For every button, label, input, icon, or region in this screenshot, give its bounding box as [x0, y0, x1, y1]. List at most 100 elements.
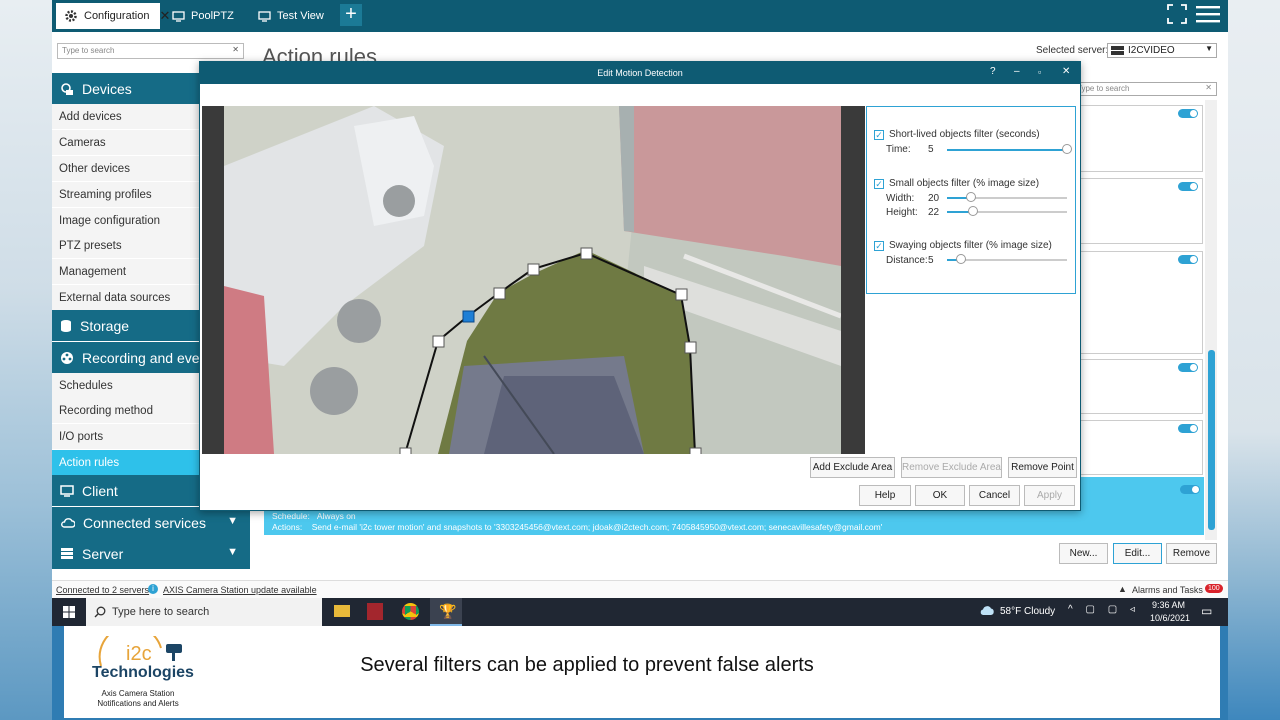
section-title: Storage — [80, 317, 130, 334]
action-rule-card[interactable] — [1079, 359, 1203, 414]
distance-slider-handle[interactable] — [956, 254, 967, 264]
selected-server-label: Selected server: — [1036, 45, 1109, 56]
action-rule-card[interactable] — [1079, 420, 1203, 475]
tab-test-view[interactable]: Test View — [250, 3, 332, 29]
ok-button[interactable]: OK — [915, 485, 965, 506]
chevron-up-icon[interactable]: ▲ — [1118, 584, 1127, 594]
maximize-icon[interactable]: ▫ — [1038, 62, 1041, 82]
short-lived-filter-checkbox[interactable]: ✓ — [874, 130, 884, 140]
status-bar: Connected to 2 servers i AXIS Camera Sta… — [52, 580, 1228, 598]
sidebar-item-label: Streaming profiles — [59, 188, 152, 201]
actions-value: Send e-mail 'i2c tower motion' and snaps… — [311, 522, 883, 532]
scrollbar-thumb[interactable] — [1208, 350, 1215, 530]
rule-toggle[interactable] — [1178, 255, 1198, 264]
sidebar-section-server[interactable]: Server ▼ — [52, 538, 250, 569]
system-tray-icons[interactable]: ^ ▢ ▢ ◃ — [1068, 604, 1140, 615]
time-label: Time: — [886, 144, 911, 155]
apply-button[interactable]: Apply — [1024, 485, 1075, 506]
action-rule-card[interactable] — [1079, 251, 1203, 354]
client-monitor-icon — [60, 484, 74, 497]
connected-servers-link[interactable]: Connected to 2 servers — [56, 585, 149, 595]
rule-toggle[interactable] — [1178, 424, 1198, 433]
chrome-icon[interactable] — [402, 603, 419, 620]
rule-toggle[interactable] — [1178, 363, 1198, 372]
weather-text[interactable]: 58°F Cloudy — [1000, 606, 1055, 617]
help-icon[interactable]: ? — [990, 62, 996, 82]
clock-time[interactable]: 9:36 AM — [1152, 600, 1185, 610]
server-select[interactable]: I2CVIDEO ▼ — [1107, 43, 1217, 58]
devices-icon — [61, 82, 73, 95]
server-icon — [61, 548, 73, 559]
logo-subtitle-line: Axis Camera Station — [101, 689, 175, 698]
remove-point-button[interactable]: Remove Point — [1008, 457, 1077, 478]
monitor-icon — [258, 10, 271, 22]
alarms-tasks-label[interactable]: Alarms and Tasks — [1132, 585, 1203, 595]
distance-value: 5 — [928, 255, 934, 266]
height-label: Height: — [886, 207, 918, 218]
edit-motion-detection-dialog: Edit Motion Detection ? – ▫ ✕ ✓ Short-li… — [199, 61, 1081, 511]
time-slider-handle[interactable] — [1062, 144, 1072, 154]
windows-start-icon[interactable] — [63, 606, 75, 618]
clear-icon[interactable]: ✕ — [232, 45, 239, 54]
cancel-button[interactable]: Cancel — [969, 485, 1020, 506]
sidebar-search-input[interactable]: Type to search ✕ — [57, 43, 244, 59]
rule-schedule: Schedule: Always on — [272, 511, 356, 521]
height-slider-handle[interactable] — [968, 206, 979, 216]
file-explorer-icon[interactable] — [334, 605, 350, 617]
axis-camera-station-taskbar-icon[interactable]: 🏆 — [430, 598, 462, 626]
close-icon[interactable]: ✕ — [1062, 62, 1070, 82]
sidebar-section-connected-services[interactable]: Connected services ▼ — [52, 507, 250, 538]
taskbar-search-input[interactable]: Type here to search — [86, 598, 322, 626]
database-icon — [61, 319, 71, 332]
width-label: Width: — [886, 193, 915, 204]
width-slider-handle[interactable] — [966, 192, 976, 202]
rule-actions: Actions: Send e-mail 'i2c tower motion' … — [272, 522, 882, 532]
sidebar-item-label: Add devices — [59, 110, 122, 123]
add-tab-button[interactable]: + — [340, 4, 362, 26]
rules-search-input[interactable]: Type to search ✕ — [1072, 82, 1217, 96]
background-right — [1228, 0, 1280, 720]
remove-rule-button[interactable]: Remove — [1166, 543, 1217, 564]
camera-video-view[interactable] — [202, 106, 865, 454]
schedule-label: Schedule: — [272, 511, 310, 521]
help-button[interactable]: Help — [859, 485, 911, 506]
width-value: 20 — [928, 193, 940, 204]
tab-poolptz[interactable]: PoolPTZ — [164, 3, 242, 29]
section-title: Recording and events — [82, 349, 219, 366]
clock-date[interactable]: 10/6/2021 — [1150, 613, 1190, 623]
section-title: Connected services — [83, 514, 206, 531]
camera-frame — [224, 106, 841, 454]
clear-icon[interactable]: ✕ — [1205, 83, 1212, 92]
add-exclude-area-button[interactable]: Add Exclude Area — [810, 457, 895, 478]
server-icon — [1111, 46, 1124, 55]
cloud-icon — [61, 518, 75, 528]
rule-toggle[interactable] — [1180, 485, 1200, 494]
notifications-icon[interactable]: ▭ — [1201, 604, 1212, 618]
menu-icon[interactable] — [1196, 5, 1220, 23]
rule-toggle[interactable] — [1178, 182, 1198, 191]
minimize-icon[interactable]: – — [1014, 62, 1020, 82]
swaying-objects-filter-checkbox[interactable]: ✓ — [874, 241, 884, 251]
tab-label: Configuration — [84, 10, 150, 22]
edit-rule-button[interactable]: Edit... — [1113, 543, 1162, 564]
remove-exclude-area-button[interactable]: Remove Exclude Area — [901, 457, 1002, 478]
update-available-link[interactable]: AXIS Camera Station update available — [163, 585, 317, 595]
cloud-icon — [980, 606, 994, 615]
tab-configuration[interactable]: Configuration ✕ — [56, 3, 170, 29]
action-rule-card[interactable] — [1079, 178, 1203, 244]
monitor-icon — [172, 10, 185, 22]
new-rule-button[interactable]: New... — [1059, 543, 1108, 564]
small-objects-filter-checkbox[interactable]: ✓ — [874, 179, 884, 189]
search-placeholder: Type to search — [62, 46, 115, 55]
sidebar-item-label: Cameras — [59, 136, 106, 149]
rule-toggle[interactable] — [1178, 109, 1198, 118]
time-slider-fill — [947, 149, 1067, 151]
logo-subtitle-line: Notifications and Alerts — [97, 699, 179, 708]
fullscreen-icon[interactable] — [1166, 3, 1188, 25]
sidebar-item-label: Management — [59, 265, 127, 278]
sidebar-item-label: External data sources — [59, 291, 171, 304]
access-icon[interactable] — [367, 603, 383, 620]
action-rule-card[interactable] — [1079, 105, 1203, 172]
tab-label: PoolPTZ — [191, 10, 234, 22]
sidebar-item-label: PTZ presets — [59, 239, 122, 252]
